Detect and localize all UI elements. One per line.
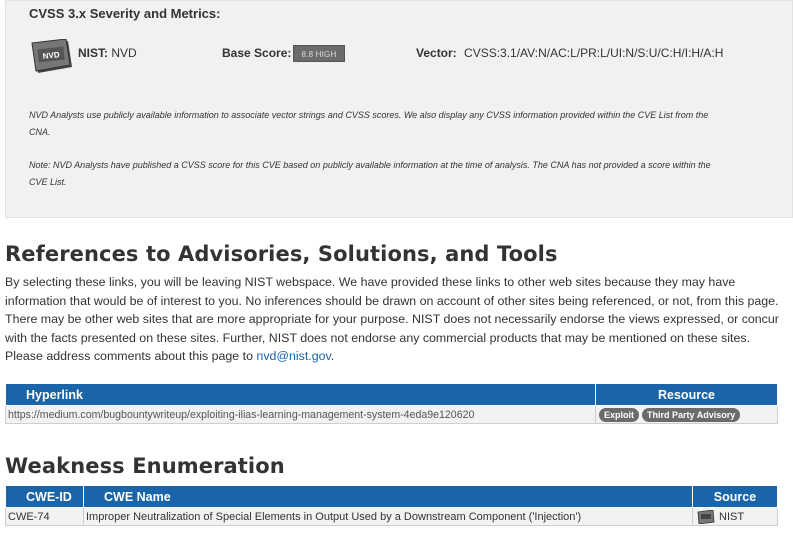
source-column-header[interactable]: Source	[692, 485, 778, 508]
base-score-label: Base Score:	[222, 46, 291, 60]
nvd-email-link[interactable]: nvd@nist.gov	[256, 349, 330, 363]
cwe-name-column-header[interactable]: CWE Name	[83, 485, 693, 508]
cvss-note-published: Note: NVD Analysts have published a CVSS…	[29, 160, 711, 187]
cvss-note-analysts: NVD Analysts use publicly available info…	[29, 110, 709, 137]
nvd-badge-icon: NVD	[31, 39, 72, 73]
base-score-label-text: Base Score:	[222, 46, 292, 60]
cvss-title: CVSS 3.x Severity and Metrics:	[29, 6, 221, 21]
cna-row: NIST: NVD	[78, 46, 137, 60]
references-table-header: Hyperlink Resource	[5, 383, 778, 406]
vector-label: Vector:	[416, 46, 457, 60]
references-paragraph-text: By selecting these links, you will be le…	[5, 275, 779, 364]
cwe-source: NIST	[719, 510, 745, 523]
resource-tags-cell: Exploit Third Party Advisory	[595, 405, 778, 424]
weakness-heading: Weakness Enumeration	[5, 454, 285, 478]
vector-row: Vector: CVSS:3.1/AV:N/AC:L/PR:L/UI:N/S:U…	[416, 46, 723, 60]
cna-label: NIST:	[78, 46, 108, 60]
source-cell: NIST	[692, 507, 778, 526]
weakness-table-header: CWE-ID CWE Name Source	[5, 485, 778, 508]
resource-tag-exploit[interactable]: Exploit	[599, 407, 640, 422]
references-heading: References to Advisories, Solutions, and…	[5, 242, 558, 266]
references-table: Hyperlink Resource https://medium.com/bu…	[5, 383, 778, 424]
table-row: CWE-74 Improper Neutralization of Specia…	[5, 507, 778, 526]
cwe-id-column-header[interactable]: CWE-ID	[5, 485, 84, 508]
cna-value: NVD	[111, 46, 137, 60]
references-paragraph: By selecting these links, you will be le…	[5, 273, 780, 366]
weakness-table: CWE-ID CWE Name Source CWE-74 Improper N…	[5, 485, 778, 526]
resource-tag-third-party-advisory[interactable]: Third Party Advisory	[642, 407, 741, 422]
vector-value[interactable]: CVSS:3.1/AV:N/AC:L/PR:L/UI:N/S:U/C:H/I:H…	[464, 46, 723, 60]
cwe-name: Improper Neutralization of Special Eleme…	[83, 507, 693, 526]
nist-source-icon	[697, 509, 715, 524]
nvd-badge-text: NVD	[42, 50, 60, 61]
table-row: https://medium.com/bugbountywriteup/expl…	[5, 405, 778, 424]
resource-column-header[interactable]: Resource	[595, 383, 778, 406]
base-score-badge[interactable]: 8.8 HIGH	[293, 45, 345, 62]
references-period: .	[330, 349, 335, 364]
reference-hyperlink[interactable]: https://medium.com/bugbountywriteup/expl…	[5, 405, 596, 424]
cwe-id-link[interactable]: CWE-74	[5, 507, 84, 526]
hyperlink-column-header[interactable]: Hyperlink	[5, 383, 596, 406]
cvss-panel: CVSS 3.x Severity and Metrics: NVD NIST:…	[5, 0, 793, 218]
